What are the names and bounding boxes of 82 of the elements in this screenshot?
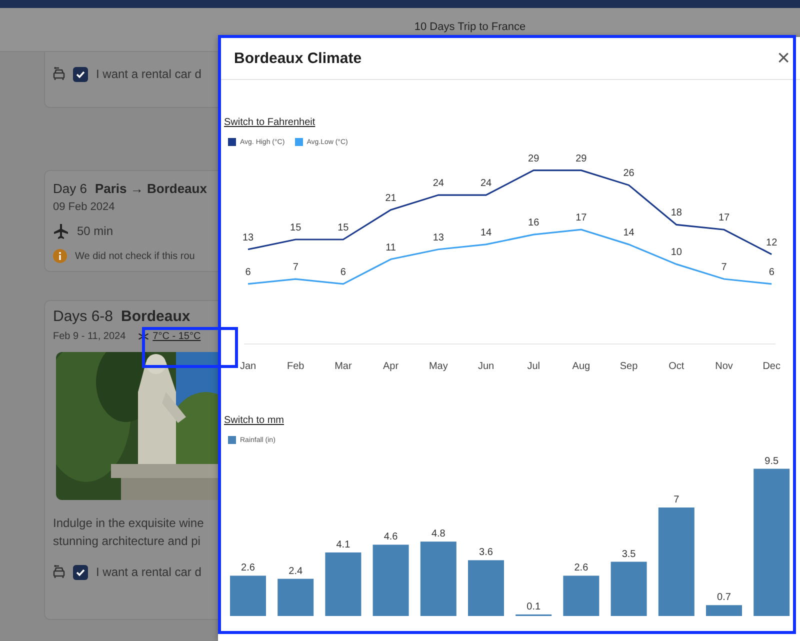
checkmark-icon: [75, 68, 86, 80]
bar: [372, 544, 409, 616]
data-label: 9.5: [764, 456, 779, 467]
axis-label: Jul: [527, 361, 540, 372]
data-label: 14: [480, 227, 492, 238]
data-label: 15: [338, 222, 349, 234]
day-label: Days 6-8: [53, 308, 114, 325]
axis-label: Jan: [240, 361, 256, 372]
axis-label: Oct: [668, 361, 684, 372]
axis-label: Aug: [572, 361, 590, 372]
trip-title: 10 Days Trip to France: [414, 21, 526, 33]
checkbox-label: I want a rental car d: [96, 67, 202, 81]
data-label: 17: [718, 212, 730, 224]
axis-label: Jun: [478, 361, 494, 372]
info-icon: [53, 249, 67, 263]
day-label: Day 6: [53, 181, 87, 196]
data-label: 2.6: [574, 562, 588, 574]
snowflake-icon: [138, 331, 149, 342]
bar: [278, 578, 314, 616]
data-label: 10: [670, 247, 682, 258]
data-label: 6: [768, 266, 774, 278]
data-label: 4.6: [384, 532, 398, 543]
data-label: 3.5: [622, 548, 636, 560]
car-icon: [53, 564, 65, 580]
data-label: 4.8: [431, 528, 446, 540]
car-icon: [53, 66, 65, 82]
axis-label: Mar: [334, 361, 352, 372]
bar: [325, 552, 362, 616]
route-title: Paris → Bordeaux: [94, 181, 207, 196]
notice-text: We did not check if this rou: [75, 250, 195, 262]
unit-switch-link[interactable]: Switch to mm: [224, 415, 284, 426]
data-label: 7: [721, 262, 727, 274]
data-label: 3.6: [479, 547, 493, 558]
bar: [230, 576, 266, 616]
checkbox[interactable]: [73, 66, 88, 82]
data-label: 7: [292, 262, 298, 274]
checkmark-icon: [75, 566, 86, 578]
bar: [563, 576, 600, 616]
data-label: 24: [480, 178, 492, 190]
data-label: 7: [674, 494, 680, 506]
data-label: 16: [528, 218, 540, 229]
axis-label: Dec: [762, 361, 780, 372]
close-button[interactable]: ×: [775, 47, 792, 69]
data-label: 6: [245, 266, 251, 278]
temperature-link[interactable]: 7°C - 15°C: [152, 331, 201, 342]
description-text: Indulge in the exquisite wine stunning architecture and pi: [53, 515, 205, 550]
dialog-title: Bordeaux Climate: [234, 50, 362, 66]
data-label: 2.4: [288, 566, 303, 577]
data-label: 17: [576, 212, 587, 224]
checkbox[interactable]: [73, 564, 88, 580]
axis-label: Feb: [286, 361, 304, 372]
data-label: 24: [432, 178, 444, 190]
data-label: 21: [385, 192, 396, 204]
data-label: 4.1: [336, 539, 350, 550]
duration-text: 50 min: [77, 224, 114, 238]
axis-label: Sep: [620, 361, 638, 372]
data-label: 0.1: [526, 601, 541, 612]
data-label: 13: [242, 232, 254, 244]
plane-icon: [53, 223, 69, 239]
data-label: 11: [386, 242, 396, 254]
data-label: 15: [290, 222, 302, 234]
unit-switch-link[interactable]: Switch to Fahrenheit: [224, 117, 316, 128]
place-title: Bordeaux: [121, 308, 190, 325]
bar: [706, 605, 742, 616]
bar: [468, 560, 504, 616]
data-label: 13: [432, 232, 444, 244]
data-label: 12: [766, 237, 778, 248]
checkbox-label: I want a rental car d: [96, 565, 202, 579]
data-label: 6: [340, 266, 346, 278]
date-text: Feb 9 - 11, 2024: [53, 331, 126, 342]
axis-label: Nov: [715, 361, 733, 372]
data-label: 0.7: [717, 592, 731, 604]
data-label: 14: [623, 227, 634, 238]
data-label: 29: [528, 153, 540, 164]
date-text: 09 Feb 2024: [53, 201, 116, 213]
data-label: 26: [623, 168, 634, 180]
axis-label: May: [428, 361, 448, 372]
data-label: 29: [576, 153, 587, 164]
axis-label: Apr: [383, 361, 399, 372]
bar: [610, 562, 647, 616]
data-label: 2.6: [241, 562, 255, 574]
data-label: 18: [670, 208, 682, 219]
